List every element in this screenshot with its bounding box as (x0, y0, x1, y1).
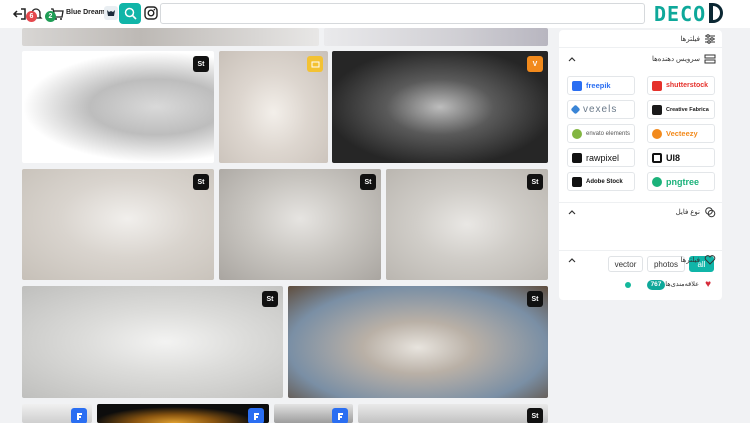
source-rawpixel[interactable]: rawpixel (567, 148, 635, 167)
notification-badge: 6 (26, 11, 37, 22)
source-pngtree[interactable]: pngtree (647, 172, 715, 191)
top-bar: 6 2 Blue Dream DECO (0, 0, 750, 28)
rawpixel-icon (572, 152, 582, 163)
chevron-up-icon[interactable] (567, 207, 577, 217)
server-icon (704, 54, 716, 64)
filters-header: فیلترها (559, 30, 722, 48)
freepik-icon (572, 80, 582, 91)
source-ui8[interactable]: UI8 (647, 148, 715, 167)
source-label: vexels (583, 104, 618, 115)
layers-icon (705, 207, 716, 218)
source-label: Creative Fabrica (666, 106, 709, 113)
source-freepik[interactable]: freepik (567, 76, 635, 95)
image-tile[interactable]: St (22, 169, 214, 280)
source-envato[interactable]: envato elements (567, 124, 635, 143)
envato-icon (572, 128, 582, 139)
vexels-icon (570, 104, 581, 115)
user-avatar-icon (107, 10, 115, 16)
stock-badge: St (527, 291, 543, 307)
favorites-label: علاقه‌مندی‌ها (665, 281, 699, 288)
stock-badge: St (262, 291, 278, 307)
heart-outline-icon (704, 255, 716, 265)
source-label: Vecteezy (666, 129, 698, 138)
source-label: shutterstock (666, 82, 709, 89)
source-label: rawpixel (586, 152, 620, 163)
image-tile[interactable]: V (332, 51, 548, 163)
source-vexels[interactable]: vexels (567, 100, 635, 119)
image-tile[interactable] (22, 404, 92, 423)
site-logo[interactable]: DECO (654, 2, 706, 26)
provider-badge (307, 56, 323, 72)
stock-badge: St (527, 174, 543, 190)
favorites-title: فیلترها (680, 257, 700, 264)
source-shutterstock[interactable]: shutterstock (647, 76, 715, 95)
freepik-badge (248, 408, 264, 423)
sliders-icon (705, 34, 715, 44)
search-input[interactable] (160, 3, 645, 24)
source-adobe-stock[interactable]: Adobe Stock (567, 172, 635, 191)
search-button[interactable] (119, 3, 141, 24)
creative-fabrica-icon (652, 104, 662, 115)
image-tile[interactable]: St (219, 169, 381, 280)
stock-badge: St (527, 408, 543, 423)
image-tile[interactable]: St (288, 286, 548, 398)
source-label: envato elements (586, 130, 631, 137)
image-tile[interactable]: St (358, 404, 548, 423)
freepik-badge (332, 408, 348, 423)
avatar[interactable] (104, 6, 118, 20)
favorites-header[interactable]: فیلترها (559, 250, 722, 268)
vecteezy-badge: V (527, 56, 543, 72)
stock-badge: St (193, 174, 209, 190)
source-vecteezy[interactable]: Vecteezy (647, 124, 715, 143)
pngtree-icon (652, 176, 662, 187)
image-icon (311, 61, 319, 67)
instagram-icon[interactable] (144, 6, 158, 20)
source-label: UI8 (666, 152, 681, 163)
image-tile[interactable] (274, 404, 353, 423)
image-tile[interactable]: St (22, 51, 214, 163)
filters-title: فیلترها (680, 36, 700, 43)
source-label: freepik (586, 81, 611, 90)
image-tile[interactable]: St (22, 286, 283, 398)
image-tile[interactable] (219, 51, 328, 163)
chevron-up-icon[interactable] (567, 54, 577, 64)
filters-sidebar: فیلترها سرویس دهنده‌ها freepik shutterst… (559, 30, 722, 300)
sources-header[interactable]: سرویس دهنده‌ها (559, 50, 722, 68)
file-type-header[interactable]: نوع فایل (559, 202, 722, 220)
freepik-badge (71, 408, 87, 423)
ui8-icon (652, 152, 662, 163)
source-label: pngtree (666, 176, 700, 187)
stock-badge: St (193, 56, 209, 72)
stock-badge: St (360, 174, 376, 190)
sources-title: سرویس دهنده‌ها (651, 56, 700, 63)
shutterstock-icon (652, 80, 662, 91)
image-tile[interactable]: St (386, 169, 548, 280)
image-tile[interactable] (97, 404, 269, 423)
vecteezy-icon (652, 128, 662, 139)
favorites-row[interactable]: 767 علاقه‌مندی‌ها ♥ (567, 278, 717, 292)
image-tile[interactable] (22, 28, 319, 46)
freepik-icon (337, 412, 343, 420)
image-tile[interactable] (324, 28, 548, 46)
source-creative-fabrica[interactable]: Creative Fabrica (647, 100, 715, 119)
favorites-count: 767 (647, 280, 665, 290)
freepik-icon (253, 412, 259, 420)
adobe-stock-icon (572, 176, 582, 187)
cart-badge: 2 (45, 11, 56, 22)
logo-mark (709, 3, 723, 23)
heart-icon: ♥ (705, 279, 711, 290)
status-dot (625, 282, 631, 288)
freepik-icon (76, 412, 82, 420)
username[interactable]: Blue Dream (66, 9, 105, 16)
search-icon (124, 7, 137, 20)
chevron-up-icon[interactable] (567, 255, 577, 265)
source-label: Adobe Stock (586, 178, 623, 185)
file-type-title: نوع فایل (675, 209, 700, 216)
